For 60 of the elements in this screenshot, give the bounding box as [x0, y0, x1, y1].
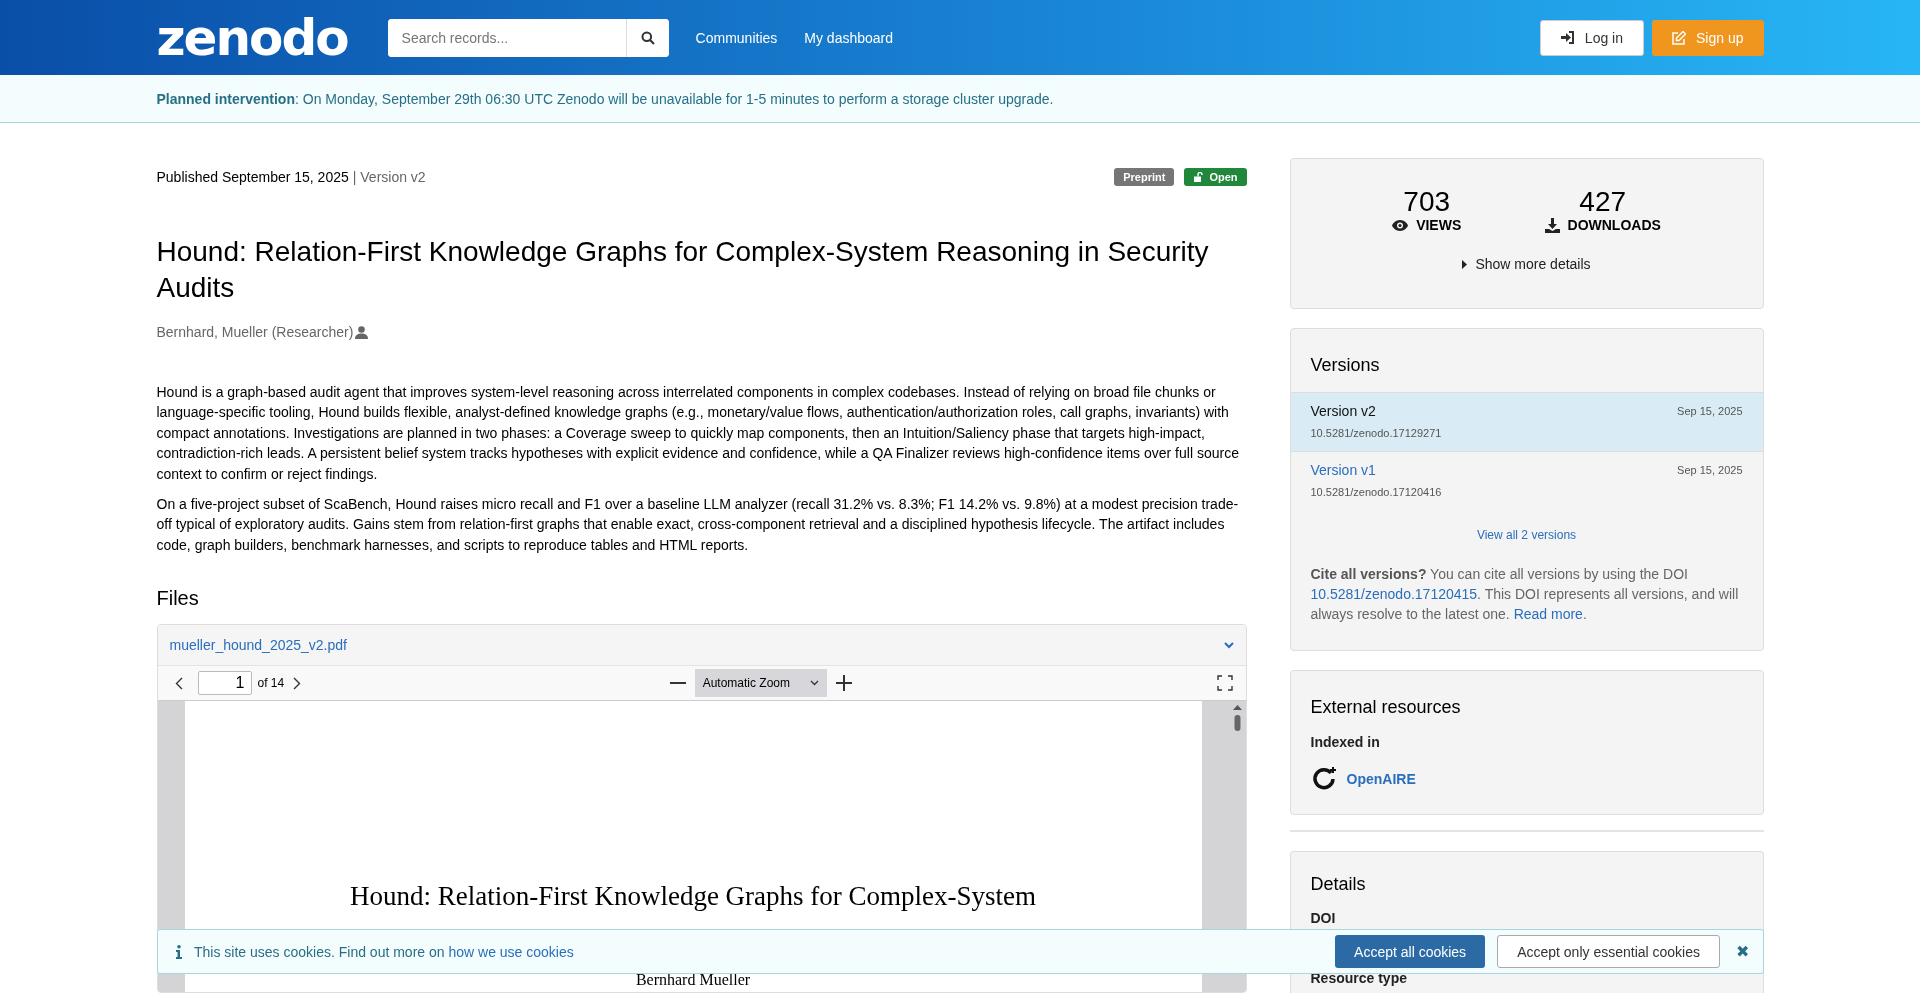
stat-count: 427 — [1579, 187, 1627, 217]
zoom-select[interactable]: Automatic Zoom — [694, 669, 828, 698]
maintenance-notice: Planned intervention: On Monday, September 29th 06:30 UTC Zenodo will be unavailable for 1-5 minutes to perform a storage cluster upgrade. — [156, 90, 1054, 107]
version-label: | Version v2 — [352, 169, 426, 185]
info-icon — [176, 944, 182, 959]
download-icon — [1544, 217, 1560, 233]
file-name-link[interactable]: mueller_hound_2025_v2.pdf — [169, 637, 347, 654]
openaire-link[interactable]: OpenAIRE — [1346, 771, 1416, 787]
abstract-paragraph: On a five-project subset of ScaBench, Hound raises micro recall and F1 over a baseline LLM analyzer (recall 31.2% vs. 8.3%; F1 14.2% vs. 9.8%) at a modest precision trade-off typical of exploratory audits. Gains stem from relation-first graphs that enable exact, cross-component retrieval and a disciplined hypothesis lifecycle. The artifact includes code, graph builders, benchmark harnesses, and scripts to reproduce tables and HTML reports. — [156, 495, 1240, 555]
stat-label: VIEWS — [1416, 217, 1462, 233]
chevron-down-icon — [810, 680, 820, 687]
cite-all-versions-text: Cite all versions? You can cite all versions by using the DOI 10.5281/zenodo.17120415. This DOI represents all versions, and will always resolve to the latest one. Read more. — [1309, 565, 1740, 624]
version-item[interactable]: Version v1 Sep 15, 2025 10.5281/zenodo.17120416 — [1290, 451, 1763, 510]
view-all-versions-link[interactable]: View all 2 versions — [1290, 528, 1763, 542]
search-field[interactable]: Search records... — [387, 18, 669, 57]
version-doi: 10.5281/zenodo.17120416 — [1310, 486, 1443, 498]
access-badge: Open — [1184, 168, 1247, 186]
accept-all-cookies-button[interactable]: Accept all cookies — [1335, 935, 1486, 968]
stat-count: 703 — [1403, 187, 1451, 217]
pdf-title: Hound: Relation-First Knowledge Graphs for Complex-System — [349, 881, 1037, 913]
read-more-link[interactable]: Read more — [1513, 606, 1583, 622]
detail-label: Resource type — [1309, 971, 1408, 986]
accept-essential-cookies-button[interactable]: Accept only essential cookies — [1497, 935, 1720, 968]
stat-label: DOWNLOADS — [1567, 217, 1661, 233]
login-button[interactable]: Log in — [1539, 19, 1644, 56]
cookie-policy-link[interactable]: how we use cookies — [448, 943, 574, 960]
page-count: of 14 — [257, 676, 285, 691]
version-item[interactable]: Version v2 Sep 15, 2025 10.5281/zenodo.17129271 — [1290, 392, 1763, 451]
author-name[interactable]: Bernhard, Mueller (Researcher) — [156, 324, 354, 340]
publication-date: Published September 15, 2025 — [156, 169, 349, 185]
logo[interactable]: zenodo — [156, 12, 348, 63]
ring-icon — [1310, 766, 1337, 792]
page-number-field[interactable]: 1 — [197, 671, 252, 696]
detail-label: DOI — [1309, 911, 1337, 926]
details-heading: Details — [1309, 873, 1367, 897]
version-link[interactable]: Version v2 — [1310, 403, 1376, 419]
eye-icon — [1392, 219, 1409, 231]
edit-icon — [1672, 30, 1686, 45]
close-button[interactable]: ✖ — [1732, 942, 1753, 961]
sign-in-icon — [1560, 31, 1575, 44]
record-title: Hound: Relation-First Knowledge Graphs for Complex-System Reasoning in Security Audits — [156, 235, 1210, 305]
cookie-notice: This site uses cookies. Find out more on how we use cookies — [194, 943, 574, 960]
chevron-down-icon[interactable] — [1223, 641, 1234, 649]
nav-link[interactable]: My dashboard — [804, 29, 894, 46]
search-icon[interactable] — [625, 18, 669, 57]
versions-heading: Versions — [1309, 354, 1381, 377]
abstract-paragraph: Hound is a graph-based audit agent that improves system-level reasoning across interrelated components in complex codebases. Instead of relying on broad file chunks or language-specific tooling, Hound builds flexible, analyst-defined knowledge graphs (e.g., monetary/value flows, authentication/authorization roles, call graphs, invariants) with compact annotations. Investigations are planned in two phases: a Coverage sweep to quickly map components, then an Intuition/Saliency phase that targets high-impact, contradiction-rich leads. A persistent belief system tracks hypotheses with explicit evidence and confidence, while a QA Finalizer reviews high-confidence items over full source context to confirm or reject findings. — [156, 383, 1240, 484]
pdf-author: Bernhard Mueller — [635, 972, 751, 988]
resource-type-badge: Preprint — [1114, 168, 1175, 186]
caret-right-icon — [1462, 259, 1468, 269]
indexed-in-label: Indexed in — [1310, 734, 1381, 750]
version-link[interactable]: Version v1 — [1310, 462, 1376, 478]
version-date: Sep 15, 2025 — [1677, 405, 1743, 417]
files-heading: Files — [156, 587, 200, 611]
external-resources-heading: External resources — [1309, 696, 1462, 719]
version-doi: 10.5281/zenodo.17129271 — [1310, 427, 1443, 439]
show-more-details-toggle[interactable]: Show more details — [1456, 255, 1597, 273]
nav-link[interactable]: Communities — [695, 29, 778, 46]
person-icon — [355, 325, 369, 339]
version-date: Sep 15, 2025 — [1677, 464, 1743, 476]
